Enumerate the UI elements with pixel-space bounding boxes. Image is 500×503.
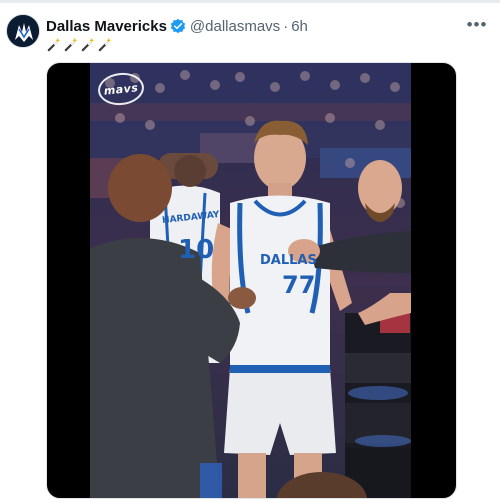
- video-player[interactable]: mavs DALLAS 77 HARDAWAY 10: [90, 63, 411, 498]
- mavs-logo-icon: [7, 15, 39, 47]
- tweet[interactable]: Dallas Mavericks @dallasmavs · 6h ••• ma…: [0, 0, 500, 503]
- separator-dot: ·: [283, 17, 289, 35]
- author-handle[interactable]: @dallasmavs: [190, 18, 280, 35]
- video-frame-image: [90, 63, 411, 498]
- magic-wand-icon: [81, 37, 95, 52]
- magic-wand-icon: [47, 37, 61, 52]
- magic-wand-icon: [64, 37, 78, 52]
- author-name[interactable]: Dallas Mavericks: [46, 18, 167, 35]
- magic-wand-icon: [98, 37, 112, 52]
- tweet-header: Dallas Mavericks @dallasmavs · 6h: [46, 16, 308, 36]
- back-jersey-number-text: 10: [178, 235, 215, 265]
- timestamp[interactable]: 6h: [291, 18, 308, 35]
- jersey-name-text: DALLAS: [260, 253, 317, 268]
- divider: [0, 0, 500, 3]
- more-options-button[interactable]: •••: [462, 12, 492, 38]
- tweet-text: [46, 37, 112, 57]
- verified-badge-icon: [170, 18, 186, 34]
- jersey-number-text: 77: [282, 271, 316, 299]
- media-container[interactable]: mavs DALLAS 77 HARDAWAY 10: [46, 62, 457, 499]
- avatar[interactable]: [6, 14, 40, 48]
